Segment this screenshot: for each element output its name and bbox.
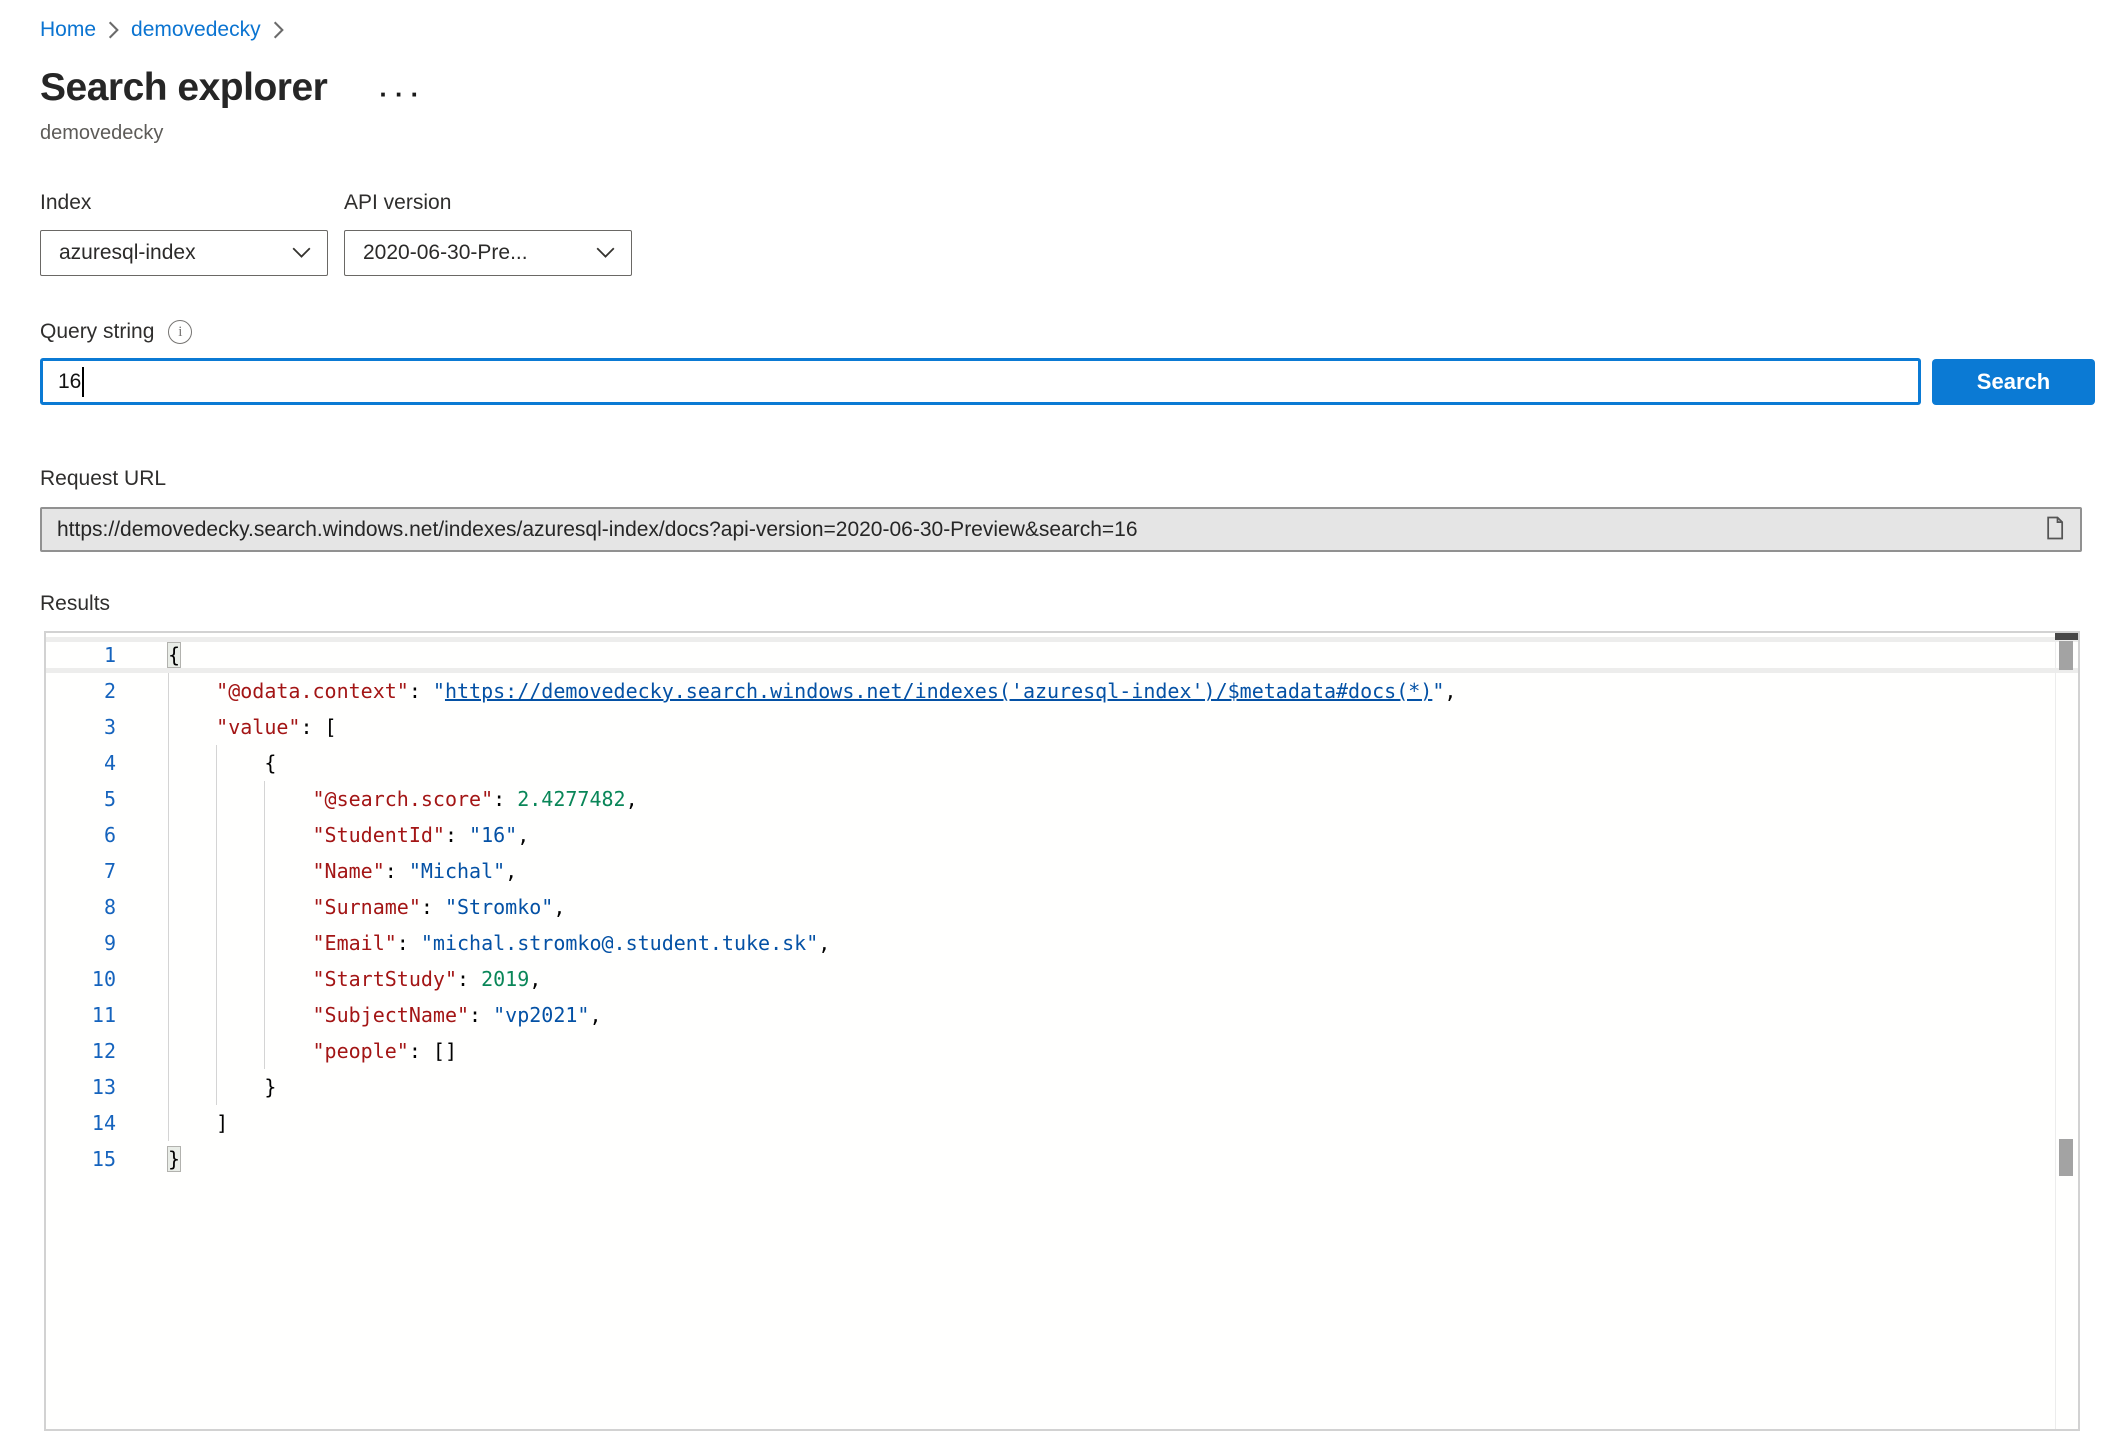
code-line: 4 {	[46, 745, 2078, 781]
index-dropdown[interactable]: azuresql-index	[40, 230, 328, 276]
code-line: 12 "people": []	[46, 1033, 2078, 1069]
query-section: Query string i 16 Search	[40, 320, 2102, 405]
line-number: 8	[46, 889, 116, 925]
page-title: Search explorer	[40, 66, 327, 110]
line-number: 6	[46, 817, 116, 853]
scrollbar-track-divider	[2055, 633, 2056, 1429]
content-column: Home demovedecky Search explorer ··· dem…	[0, 0, 2102, 1431]
code-line: 3 "value": [	[46, 709, 2078, 745]
line-number: 14	[46, 1105, 116, 1141]
search-explorer-page: Home demovedecky Search explorer ··· dem…	[0, 0, 2102, 1436]
results-json-editor[interactable]: 1{2 "@odata.context": "https://demovedec…	[44, 631, 2080, 1431]
index-field: Index azuresql-index	[40, 191, 328, 276]
overview-ruler-top-marker	[2055, 633, 2078, 640]
api-version-dropdown[interactable]: 2020-06-30-Pre...	[344, 230, 632, 276]
code-line: 1{	[46, 637, 2078, 673]
results-section: Results 1{2 "@odata.context": "https://d…	[40, 592, 2102, 1431]
request-url-section: Request URL https://demovedecky.search.w…	[40, 467, 2102, 552]
code-line: 7 "Name": "Michal",	[46, 853, 2078, 889]
api-version-field: API version 2020-06-30-Pre...	[344, 191, 632, 276]
code-line: 13 }	[46, 1069, 2078, 1105]
info-icon[interactable]: i	[168, 320, 192, 344]
results-label: Results	[40, 592, 2102, 616]
request-url-value: https://demovedecky.search.windows.net/i…	[57, 518, 2040, 542]
line-number: 9	[46, 925, 116, 961]
chevron-down-icon	[596, 241, 615, 265]
api-version-dropdown-value: 2020-06-30-Pre...	[363, 241, 528, 265]
query-string-value: 16	[58, 370, 81, 394]
copy-button[interactable]	[2040, 512, 2068, 547]
code-lines: 1{2 "@odata.context": "https://demovedec…	[46, 633, 2078, 1177]
line-number: 13	[46, 1069, 116, 1105]
query-string-label: Query string	[40, 320, 154, 344]
text-cursor	[82, 367, 84, 397]
index-dropdown-value: azuresql-index	[59, 241, 196, 265]
query-string-input[interactable]: 16	[40, 358, 1921, 405]
breadcrumb: Home demovedecky	[40, 18, 2102, 42]
code-line: 15}	[46, 1141, 2078, 1177]
code-line: 11 "SubjectName": "vp2021",	[46, 997, 2078, 1033]
code-line: 10 "StartStudy": 2019,	[46, 961, 2078, 997]
request-url-label: Request URL	[40, 467, 2102, 491]
chevron-right-icon	[108, 21, 119, 39]
line-number: 7	[46, 853, 116, 889]
line-number: 2	[46, 673, 116, 709]
indent-guide	[168, 673, 169, 1141]
line-number: 5	[46, 781, 116, 817]
chevron-right-icon	[273, 21, 284, 39]
query-row: 16 Search	[40, 358, 2095, 405]
line-number: 3	[46, 709, 116, 745]
chevron-down-icon	[292, 241, 311, 265]
filter-row: Index azuresql-index API version 2020-06…	[40, 191, 2102, 276]
header: Search explorer ···	[40, 66, 2102, 110]
breadcrumb-home-link[interactable]: Home	[40, 18, 96, 42]
request-url-field[interactable]: https://demovedecky.search.windows.net/i…	[40, 507, 2082, 552]
code-line: 6 "StudentId": "16",	[46, 817, 2078, 853]
line-number: 10	[46, 961, 116, 997]
indent-guide	[264, 781, 265, 1069]
api-version-label: API version	[344, 191, 632, 215]
code-line: 5 "@search.score": 2.4277482,	[46, 781, 2078, 817]
page-subtitle: demovedecky	[40, 122, 2102, 145]
line-number: 12	[46, 1033, 116, 1069]
line-number: 15	[46, 1141, 116, 1177]
search-button[interactable]: Search	[1932, 359, 2095, 405]
line-number: 1	[46, 637, 116, 673]
code-line: 9 "Email": "michal.stromko@.student.tuke…	[46, 925, 2078, 961]
more-menu-icon[interactable]: ···	[379, 84, 426, 104]
line-number: 11	[46, 997, 116, 1033]
code-line: 8 "Surname": "Stromko",	[46, 889, 2078, 925]
index-label: Index	[40, 191, 328, 215]
copy-icon	[2042, 514, 2066, 545]
overview-ruler-bracket-marker	[2059, 1139, 2073, 1176]
breadcrumb-service-link[interactable]: demovedecky	[131, 18, 261, 42]
vertical-scrollbar-thumb[interactable]	[2059, 641, 2073, 670]
code-line: 2 "@odata.context": "https://demovedecky…	[46, 673, 2078, 709]
line-number: 4	[46, 745, 116, 781]
indent-guide	[216, 745, 217, 1105]
code-line: 14 ]	[46, 1105, 2078, 1141]
